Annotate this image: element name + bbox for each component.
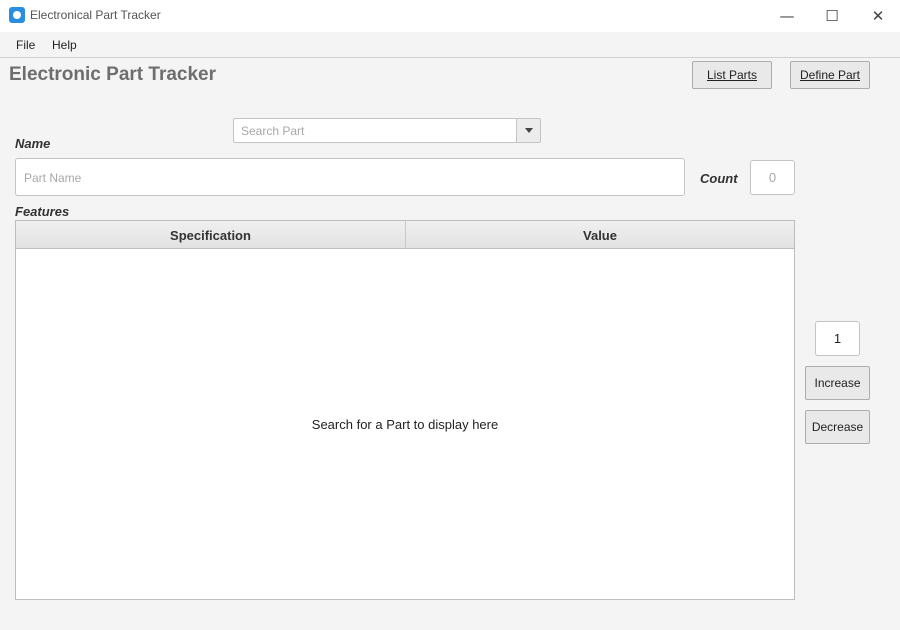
search-placeholder: Search Part	[241, 124, 305, 138]
part-name-placeholder: Part Name	[24, 171, 82, 185]
count-label: Count	[700, 171, 738, 186]
menu-file[interactable]: File	[16, 38, 35, 52]
search-part-combobox[interactable]: Search Part	[233, 118, 541, 143]
close-button[interactable]: ✕	[855, 0, 900, 32]
menu-bar: File Help	[0, 32, 900, 58]
column-header-specification[interactable]: Specification	[16, 221, 406, 249]
decrease-button[interactable]: Decrease	[805, 410, 870, 444]
quantity-field[interactable]: 1	[815, 321, 860, 356]
table-header: Specification Value	[16, 221, 794, 249]
increase-button[interactable]: Increase	[805, 366, 870, 400]
define-part-button[interactable]: Define Part	[790, 61, 870, 89]
part-name-field[interactable]: Part Name	[15, 158, 685, 196]
define-part-label: Define Part	[799, 68, 861, 82]
window-title: Electronical Part Tracker	[30, 8, 161, 22]
column-header-value[interactable]: Value	[406, 221, 794, 249]
chevron-down-icon[interactable]	[516, 119, 540, 142]
maximize-button[interactable]: ☐	[809, 0, 855, 32]
table-empty-placeholder: Search for a Part to display here	[311, 417, 499, 432]
minimize-button[interactable]: —	[764, 0, 810, 32]
menu-help[interactable]: Help	[52, 38, 77, 52]
features-label: Features	[15, 204, 70, 219]
name-label: Name	[15, 136, 51, 151]
list-parts-label: List Parts	[706, 68, 757, 82]
list-parts-button[interactable]: List Parts	[692, 61, 772, 89]
page-title: Electronic Part Tracker	[9, 64, 216, 85]
title-bar: Electronical Part Tracker — ☐ ✕	[0, 0, 900, 32]
app-icon	[9, 7, 25, 23]
count-field[interactable]: 0	[750, 160, 795, 195]
features-table[interactable]: Specification Value Search for a Part to…	[15, 220, 795, 600]
